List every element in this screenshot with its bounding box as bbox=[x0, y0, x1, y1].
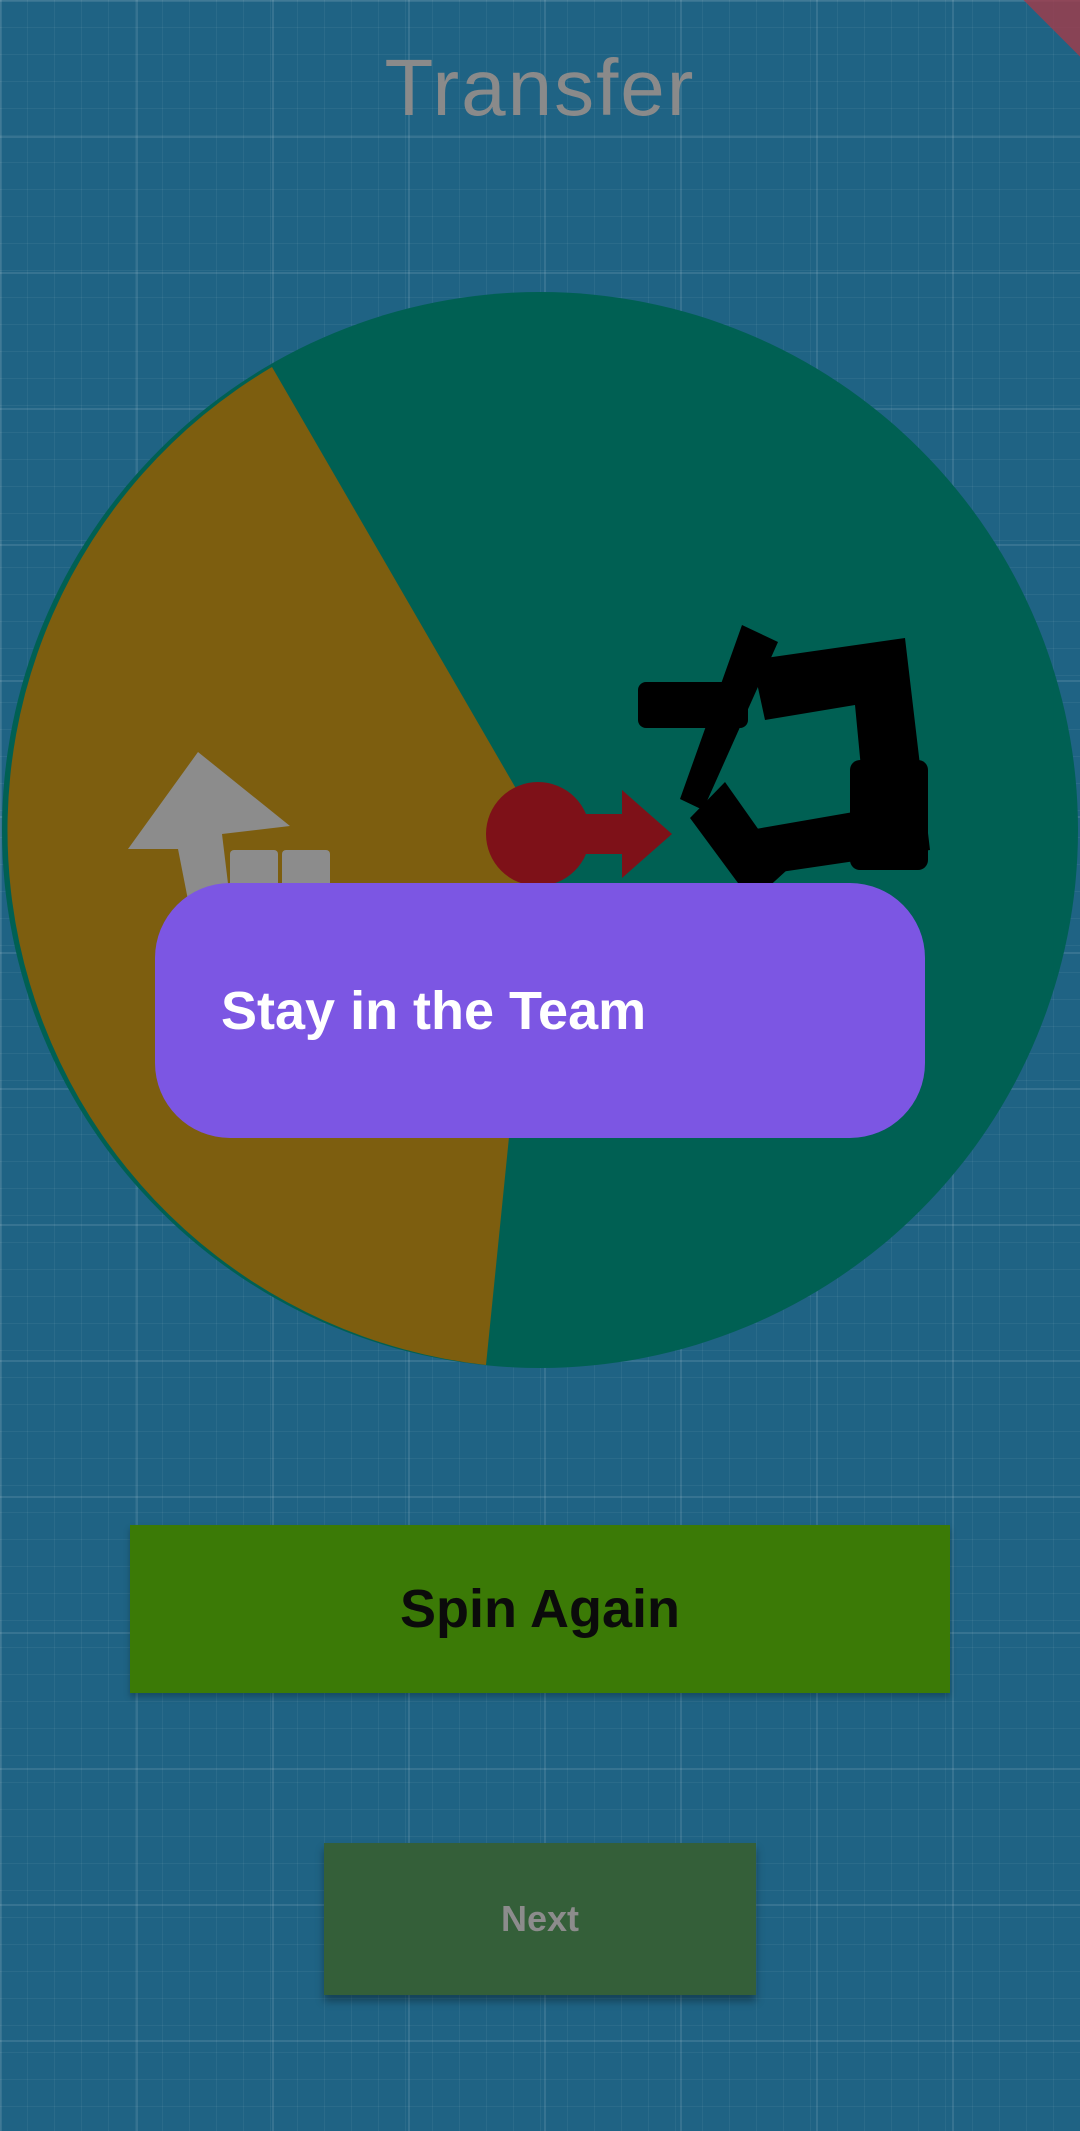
spin-wheel[interactable] bbox=[0, 290, 1080, 1380]
result-label: Stay in the Team bbox=[221, 980, 647, 1041]
spin-again-button[interactable]: Spin Again bbox=[130, 1525, 950, 1693]
result-card: Stay in the Team bbox=[155, 883, 925, 1138]
next-button[interactable]: Next bbox=[324, 1843, 756, 1995]
page-title: Transfer bbox=[384, 43, 696, 132]
